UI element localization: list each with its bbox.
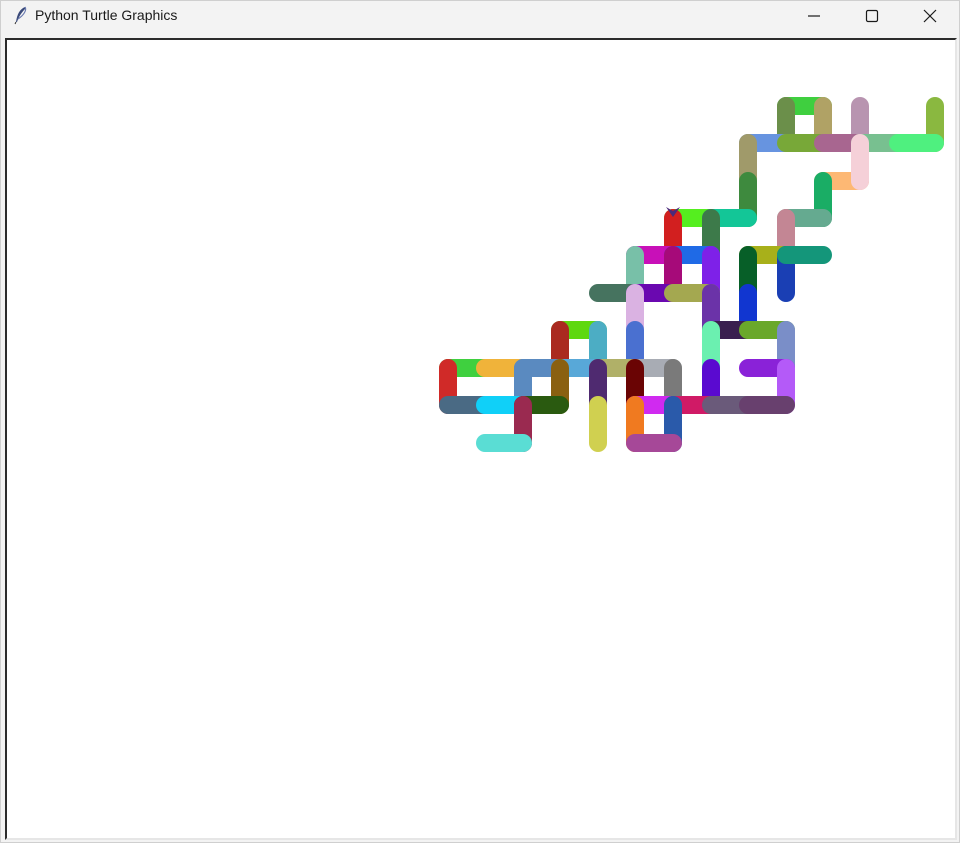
title-bar[interactable]: Python Turtle Graphics: [1, 1, 959, 31]
maximize-button[interactable]: [843, 1, 901, 31]
turtle-canvas[interactable]: [5, 38, 957, 840]
maximize-icon: [865, 9, 879, 23]
minimize-button[interactable]: [785, 1, 843, 31]
feather-icon: [11, 5, 31, 25]
minimize-icon: [808, 15, 820, 17]
close-icon: [923, 9, 937, 23]
window-title: Python Turtle Graphics: [35, 7, 178, 23]
turtle-window: Python Turtle Graphics: [0, 0, 960, 843]
close-button[interactable]: [901, 1, 959, 31]
drawing-surface: [439, 97, 944, 452]
